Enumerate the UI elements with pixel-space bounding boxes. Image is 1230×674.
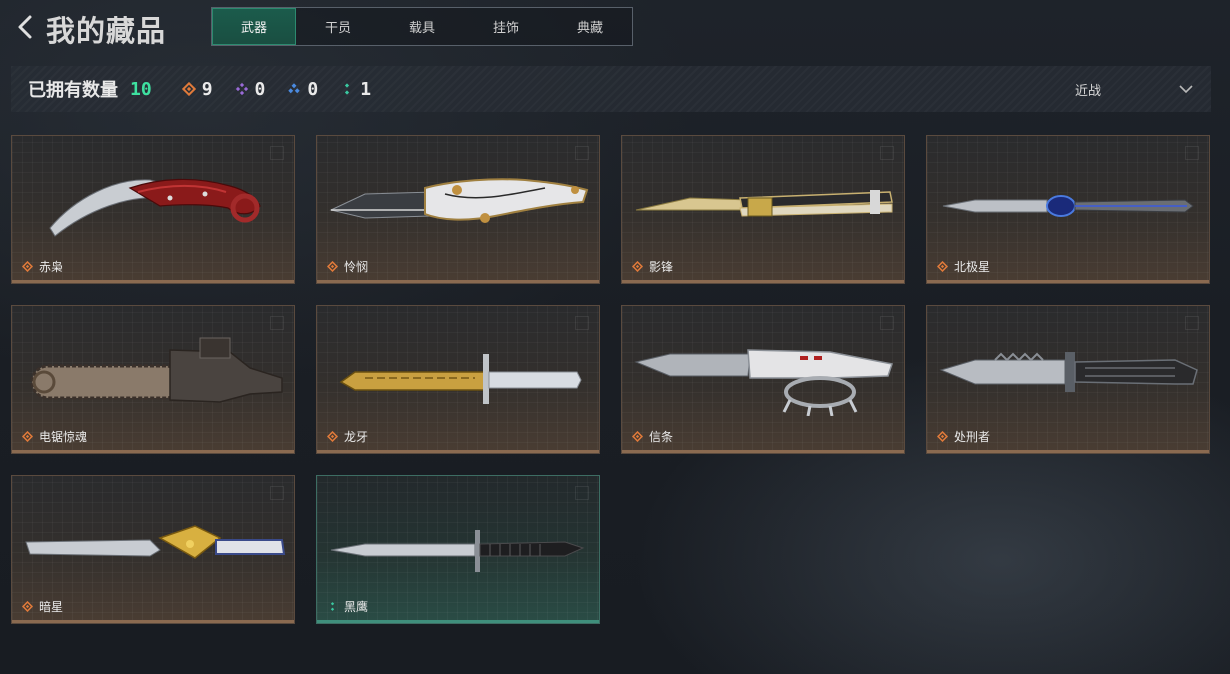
rarity-count-orange: 9: [181, 78, 213, 100]
collection-card-chainsaw[interactable]: 电锯惊魂: [11, 305, 295, 454]
rarity-bar: [317, 280, 599, 283]
rarity-bar: [927, 450, 1209, 453]
rarity-bar: [12, 450, 294, 453]
rarity-count-green: 1: [340, 79, 371, 100]
orange-diamond-icon: [632, 261, 643, 272]
rarity-count-value: 1: [360, 78, 372, 100]
collection-card-longya[interactable]: 龙牙: [316, 305, 600, 454]
owned-count: 10: [130, 78, 152, 100]
collection-card-chixiao[interactable]: 赤枭: [11, 135, 295, 284]
collection-card-heiying[interactable]: 黑鹰: [316, 475, 600, 624]
page-title: 我的藏品: [46, 14, 167, 48]
item-name: 影锋: [632, 258, 673, 275]
filter-select[interactable]: 近战: [1075, 66, 1101, 112]
owned-label: 已拥有数量: [28, 80, 118, 101]
orange-diamond-icon: [22, 431, 33, 442]
item-name-label: 赤枭: [39, 260, 64, 274]
orange-diamond-icon: [22, 261, 33, 272]
item-name-label: 暗星: [39, 600, 64, 614]
item-name: 龙牙: [327, 428, 368, 445]
blue-diamond-icon: [288, 83, 301, 94]
item-name-label: 怜悯: [344, 260, 369, 274]
item-name-label: 龙牙: [344, 430, 369, 444]
collection-card-beijixing[interactable]: 北极星: [926, 135, 1210, 284]
category-tabs: 武器 干员 载具 挂饰 典藏: [211, 7, 633, 46]
item-name: 赤枭: [22, 258, 63, 275]
green-diamond-icon: [345, 83, 350, 95]
item-name: 电锯惊魂: [22, 428, 87, 445]
long-blade-icon: [25, 525, 286, 559]
stats-bar: 已拥有数量 10 9 0 0 1 近战: [11, 66, 1211, 112]
orange-diamond-icon: [937, 431, 948, 442]
item-name-label: 黑鹰: [344, 600, 369, 614]
rarity-count-blue: 0: [287, 79, 318, 100]
green-diamond-icon: [330, 602, 335, 611]
item-name-label: 信条: [649, 430, 674, 444]
item-name-label: 北极星: [954, 260, 991, 274]
item-name-label: 处刑者: [954, 430, 991, 444]
rarity-bar: [12, 620, 294, 623]
rarity-count-purple: 0: [235, 78, 266, 100]
tab-collection[interactable]: 典藏: [548, 8, 632, 45]
item-name: 黑鹰: [327, 598, 368, 615]
tab-weapons[interactable]: 武器: [212, 8, 296, 45]
orange-diamond-icon: [181, 82, 196, 96]
dagger-icon: [942, 195, 1194, 217]
collection-card-anxing[interactable]: 暗星: [11, 475, 295, 624]
item-name: 处刑者: [937, 428, 990, 445]
back-button[interactable]: [14, 14, 38, 40]
item-name: 信条: [632, 428, 673, 445]
item-name-label: 影锋: [649, 260, 674, 274]
serrated-knife-icon: [939, 352, 1198, 392]
chevron-down-icon[interactable]: [1177, 80, 1195, 98]
rarity-bar: [622, 450, 904, 453]
item-name: 北极星: [937, 258, 990, 275]
collection-card-lianmin[interactable]: 怜悯: [316, 135, 600, 284]
combat-knife-icon: [339, 354, 582, 404]
orange-diamond-icon: [632, 431, 643, 442]
rarity-count-value: 0: [307, 78, 319, 100]
orange-diamond-icon: [327, 431, 338, 442]
rarity-bar: [12, 280, 294, 283]
rarity-bar: [317, 450, 599, 453]
rarity-bar: [317, 620, 599, 623]
collection-card-yingfeng[interactable]: 影锋: [621, 135, 905, 284]
folding-knife-icon: [329, 178, 589, 223]
purple-diamond-icon: [235, 82, 248, 96]
rarity-count-value: 0: [254, 78, 266, 100]
item-name: 怜悯: [327, 258, 368, 275]
orange-diamond-icon: [937, 261, 948, 272]
rarity-bar: [622, 280, 904, 283]
tab-operators[interactable]: 干员: [296, 8, 380, 45]
item-name-label: 电锯惊魂: [39, 430, 88, 444]
karambit-knife-icon: [49, 178, 261, 237]
bayonet-knife-icon: [330, 530, 585, 572]
butterfly-knife-icon: [635, 190, 893, 217]
tab-charms[interactable]: 挂饰: [464, 8, 548, 45]
collection-card-chuxingzhe[interactable]: 处刑者: [926, 305, 1210, 454]
tab-vehicles[interactable]: 载具: [380, 8, 464, 45]
chevron-left-icon: [18, 15, 32, 39]
rarity-bar: [927, 280, 1209, 283]
orange-diamond-icon: [327, 261, 338, 272]
chainsaw-icon: [30, 337, 283, 403]
rarity-count-value: 9: [201, 78, 213, 100]
item-name: 暗星: [22, 598, 63, 615]
knuckle-knife-icon: [634, 349, 893, 416]
collection-card-xintiao[interactable]: 信条: [621, 305, 905, 454]
orange-diamond-icon: [22, 601, 33, 612]
